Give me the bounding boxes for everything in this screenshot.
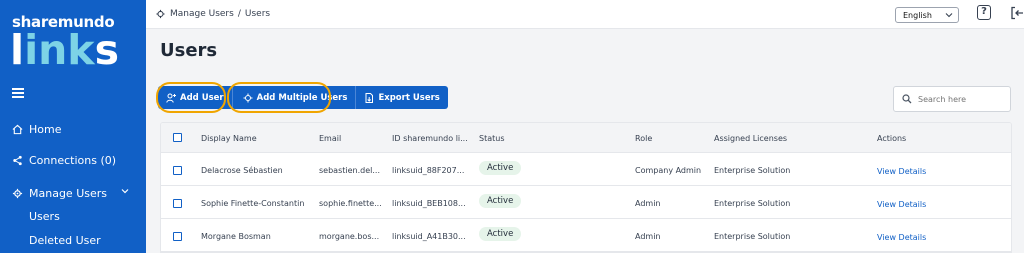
breadcrumb-section[interactable]: Manage Users bbox=[170, 9, 234, 19]
cell-id: linksuid_A41B30... bbox=[392, 232, 466, 241]
view-details-link[interactable]: View Details bbox=[877, 233, 926, 242]
top-bar: Manage Users / Users English ? bbox=[146, 0, 1024, 29]
export-users-label: Export Users bbox=[378, 92, 440, 103]
users-table: Display Name Email ID sharemundo li... S… bbox=[160, 122, 1012, 253]
users-gear-icon bbox=[12, 188, 23, 199]
share-icon bbox=[13, 155, 22, 166]
cell-display-name: Delacrose Sébastien bbox=[201, 166, 283, 175]
sidebar-item-label: Manage Users bbox=[29, 187, 107, 200]
export-file-icon bbox=[365, 92, 374, 103]
cell-id: linksuid_BEB108... bbox=[392, 199, 466, 208]
help-icon[interactable]: ? bbox=[977, 5, 991, 20]
sidebar: sharemundo links Home Connections (0) Ma… bbox=[0, 0, 146, 253]
breadcrumb-separator: / bbox=[237, 9, 241, 19]
column-header-role[interactable]: Role bbox=[635, 134, 652, 143]
column-header-display-name[interactable]: Display Name bbox=[201, 134, 257, 143]
row-checkbox[interactable] bbox=[173, 199, 182, 208]
breadcrumb-current: Users bbox=[244, 9, 271, 19]
column-header-licenses[interactable]: Assigned Licenses bbox=[714, 134, 787, 143]
table-header: Display Name Email ID sharemundo li... S… bbox=[161, 123, 1011, 153]
cell-email: sebastien.del... bbox=[319, 166, 380, 175]
cell-role: Admin bbox=[635, 199, 661, 208]
highlight-ring-add-user bbox=[156, 82, 226, 113]
column-header-status[interactable]: Status bbox=[479, 134, 505, 143]
status-badge: Active bbox=[479, 227, 522, 241]
cell-license: Enterprise Solution bbox=[714, 166, 791, 175]
cell-id: linksuid_88F207... bbox=[392, 166, 465, 175]
status-badge: Active bbox=[479, 161, 522, 175]
language-select[interactable]: English bbox=[895, 7, 959, 23]
hamburger-menu-icon[interactable] bbox=[12, 88, 24, 98]
sidebar-subitem-users[interactable]: Users bbox=[29, 210, 60, 223]
search-icon bbox=[902, 94, 912, 104]
cell-email: morgane.bos... bbox=[319, 232, 380, 241]
logo-letters-ink: ink bbox=[24, 26, 95, 74]
breadcrumb: Manage Users / Users bbox=[155, 9, 270, 19]
table-row: Delacrose Sébastien sebastien.del... lin… bbox=[161, 153, 1011, 186]
logout-icon[interactable] bbox=[1010, 6, 1024, 20]
cell-role: Admin bbox=[635, 232, 661, 241]
table-row: Sophie Finette-Constantin sophie.finette… bbox=[161, 186, 1011, 219]
cell-display-name: Morgane Bosman bbox=[201, 232, 271, 241]
search-input[interactable] bbox=[918, 94, 1003, 104]
cell-role: Company Admin bbox=[635, 166, 702, 175]
column-header-email[interactable]: Email bbox=[319, 134, 341, 143]
view-details-link[interactable]: View Details bbox=[877, 200, 926, 209]
status-badge: Active bbox=[479, 194, 522, 208]
table-row: Morgane Bosman morgane.bos... linksuid_A… bbox=[161, 219, 1011, 252]
page-title: Users bbox=[160, 40, 218, 61]
chevron-down-icon bbox=[945, 13, 953, 18]
cell-license: Enterprise Solution bbox=[714, 232, 791, 241]
sidebar-item-manage-users[interactable]: Manage Users bbox=[12, 187, 107, 200]
logo-letter-l: l bbox=[10, 26, 25, 74]
highlight-ring-add-multiple-users bbox=[227, 82, 331, 113]
home-icon bbox=[12, 124, 23, 135]
row-checkbox[interactable] bbox=[173, 166, 182, 175]
cell-email: sophie.finette... bbox=[319, 199, 382, 208]
sidebar-item-label: Home bbox=[29, 123, 62, 136]
sidebar-item-home[interactable]: Home bbox=[12, 123, 61, 136]
brand-logo: links bbox=[10, 24, 119, 76]
logo-letter-s: s bbox=[94, 26, 119, 74]
cell-display-name: Sophie Finette-Constantin bbox=[201, 199, 305, 208]
column-header-actions: Actions bbox=[877, 134, 907, 143]
row-checkbox[interactable] bbox=[173, 232, 182, 241]
users-gear-icon bbox=[156, 9, 165, 19]
cell-license: Enterprise Solution bbox=[714, 199, 791, 208]
sidebar-subitem-deleted-user[interactable]: Deleted User bbox=[29, 234, 101, 247]
sidebar-item-connections[interactable]: Connections (0) bbox=[12, 154, 116, 167]
search-box[interactable] bbox=[893, 86, 1011, 112]
column-header-id[interactable]: ID sharemundo li... bbox=[392, 134, 468, 143]
view-details-link[interactable]: View Details bbox=[877, 167, 926, 176]
select-all-checkbox[interactable] bbox=[173, 133, 182, 142]
chevron-down-icon[interactable] bbox=[121, 188, 129, 194]
sidebar-item-label: Connections (0) bbox=[29, 154, 117, 167]
export-users-button[interactable]: Export Users bbox=[356, 86, 447, 109]
language-value: English bbox=[903, 11, 932, 20]
